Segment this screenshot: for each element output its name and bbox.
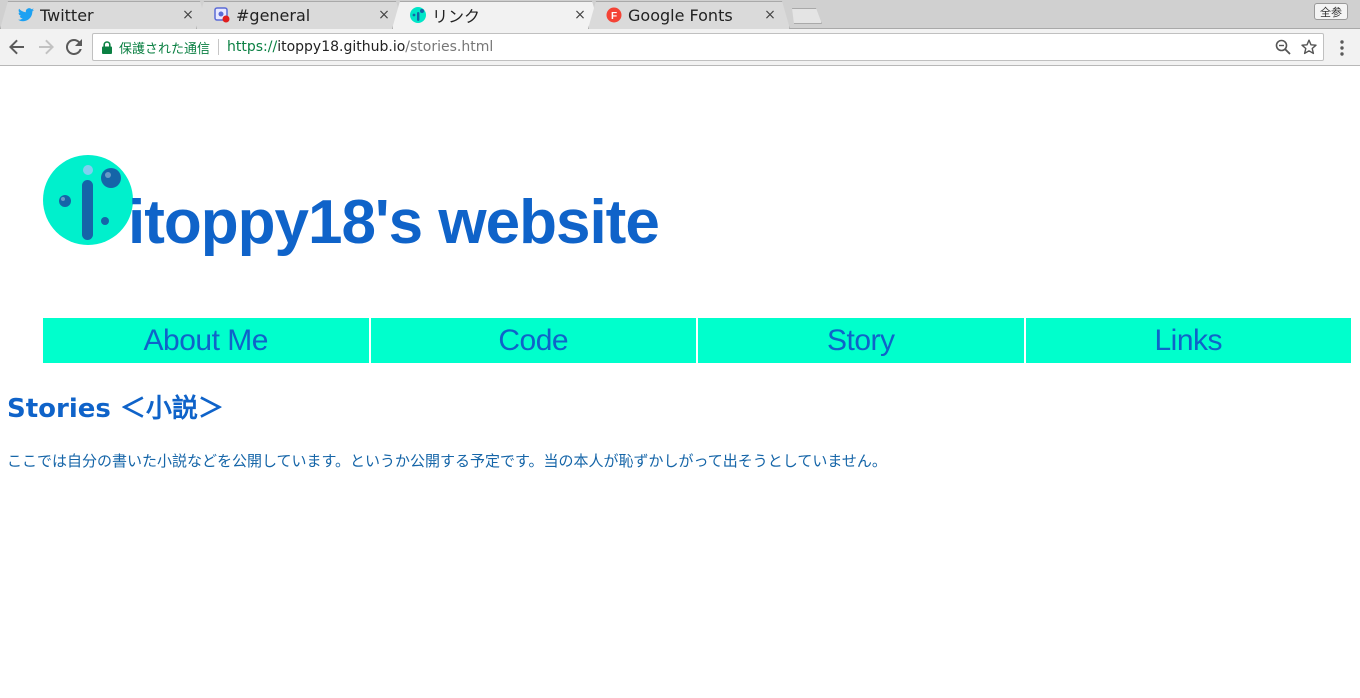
tab-google-fonts[interactable]: F Google Fonts ×: [588, 1, 790, 29]
itoppy-logo-icon: [410, 7, 426, 23]
svg-text:F: F: [611, 11, 617, 22]
reload-icon[interactable]: [63, 36, 85, 58]
tab-links[interactable]: リンク ×: [392, 1, 600, 29]
close-icon[interactable]: ×: [180, 7, 196, 23]
close-icon[interactable]: ×: [762, 7, 778, 23]
site-header: itoppy18's website: [42, 136, 660, 254]
site-logo-icon[interactable]: [42, 154, 134, 246]
browser-toolbar: 保護された通信 https:// itoppy18.github.io /sto…: [0, 29, 1360, 66]
close-icon[interactable]: ×: [572, 7, 588, 23]
nav-code[interactable]: Code: [370, 318, 696, 363]
tab-title: Twitter: [40, 5, 94, 25]
nav-story[interactable]: Story: [698, 318, 1024, 363]
nav-links[interactable]: Links: [1025, 318, 1351, 363]
tab-title: Google Fonts: [628, 5, 733, 25]
slack-notification-icon: [214, 7, 230, 23]
twitter-bird-icon: [18, 7, 34, 23]
page-heading: Stories ＜小説＞: [7, 394, 224, 424]
tab-title: #general: [236, 5, 311, 25]
main-navigation: About Me Code Story Links: [43, 318, 1351, 363]
menu-kebab-icon[interactable]: [1332, 37, 1352, 59]
tab-twitter[interactable]: Twitter ×: [0, 1, 208, 29]
url-host: itoppy18.github.io: [277, 39, 406, 55]
bookmark-star-icon[interactable]: [1301, 39, 1317, 59]
lock-icon: [101, 40, 113, 54]
tab-general[interactable]: #general ×: [196, 1, 404, 29]
omnibox-divider: [218, 39, 220, 55]
new-tab-button[interactable]: [788, 8, 822, 24]
url-scheme: https://: [227, 39, 278, 55]
page-description: ここでは自分の書いた小説などを公開しています。というか公開する予定です。当の本人…: [7, 452, 887, 470]
back-arrow-icon[interactable]: [6, 36, 28, 58]
google-fonts-icon: F: [606, 7, 622, 23]
tab-title: リンク: [432, 7, 481, 26]
url-path: /stories.html: [405, 39, 494, 55]
forward-arrow-icon[interactable]: [35, 36, 57, 58]
profile-button[interactable]: 全参: [1314, 3, 1348, 20]
address-bar[interactable]: 保護された通信 https:// itoppy18.github.io /sto…: [92, 33, 1324, 61]
close-icon[interactable]: ×: [376, 7, 392, 23]
site-title: itoppy18's website: [128, 188, 660, 257]
zoom-icon[interactable]: [1275, 39, 1291, 59]
nav-about-me[interactable]: About Me: [43, 318, 369, 363]
secure-connection-label: 保護された通信: [119, 41, 211, 57]
tab-strip: Twitter × #general × リンク × F Google Font…: [0, 0, 1360, 29]
page-content: itoppy18's website About Me Code Story L…: [0, 66, 1360, 698]
